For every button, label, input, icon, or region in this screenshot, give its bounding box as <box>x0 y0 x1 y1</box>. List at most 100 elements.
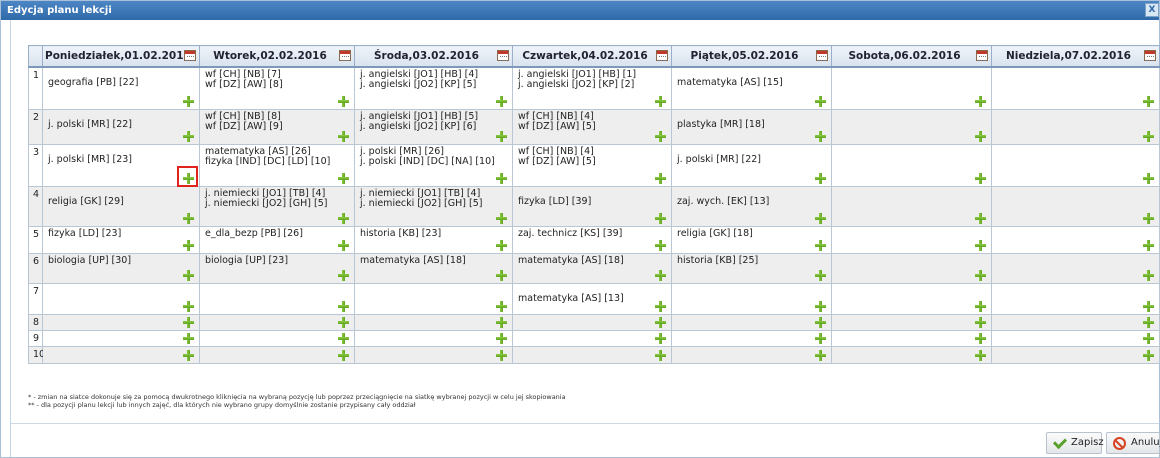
plus-icon[interactable] <box>1143 270 1154 281</box>
lesson-cell[interactable] <box>199 314 355 331</box>
plus-icon[interactable] <box>183 301 194 312</box>
lesson-cell[interactable] <box>354 314 513 331</box>
lesson-cell[interactable]: zaj. wych. [EK] [13] <box>671 186 832 227</box>
lesson-cell[interactable] <box>831 330 992 347</box>
plus-icon[interactable] <box>815 131 826 142</box>
plus-icon[interactable] <box>338 240 349 251</box>
lesson-cell[interactable] <box>671 314 832 331</box>
lesson-cell[interactable] <box>831 283 992 315</box>
lesson-cell[interactable]: wf [CH] [NB] [7] wf [DZ] [AW] [8] <box>199 66 355 110</box>
lesson-entry[interactable]: biologia [UP] [23] <box>205 256 336 266</box>
lesson-cell[interactable]: j. polski [MR] [22] <box>42 109 200 145</box>
lesson-cell[interactable]: wf [CH] [NB] [4] wf [DZ] [AW] [5] <box>512 144 672 187</box>
lesson-cell[interactable]: geografia [PB] [22] <box>42 66 200 110</box>
plus-icon[interactable] <box>655 131 666 142</box>
lesson-cell[interactable] <box>512 330 672 347</box>
lesson-entry[interactable]: matematyka [AS] [18] <box>360 256 494 266</box>
plus-icon[interactable] <box>496 317 507 328</box>
lesson-cell[interactable] <box>199 330 355 347</box>
plus-icon[interactable] <box>975 96 986 107</box>
plus-icon[interactable] <box>815 173 826 184</box>
cancel-button[interactable]: Anuluj <box>1106 432 1160 454</box>
lesson-cell[interactable] <box>831 226 992 254</box>
lesson-cell[interactable]: fizyka [LD] [39] <box>512 186 672 227</box>
plus-icon[interactable] <box>496 333 507 344</box>
plus-icon[interactable] <box>1143 240 1154 251</box>
plus-icon[interactable] <box>815 317 826 328</box>
lesson-cell[interactable] <box>354 346 513 364</box>
lesson-entry[interactable]: matematyka [AS] [15] <box>677 70 813 88</box>
lesson-entry[interactable]: j. angielski [JO2] [KP] [6] <box>360 122 494 132</box>
lesson-entry[interactable]: wf [DZ] [AW] [8] <box>205 79 336 90</box>
plus-icon[interactable] <box>1143 301 1154 312</box>
lesson-cell[interactable]: wf [CH] [NB] [8] wf [DZ] [AW] [9] <box>199 109 355 145</box>
lesson-cell[interactable] <box>831 253 992 284</box>
plus-icon[interactable] <box>496 131 507 142</box>
lesson-entry[interactable]: fizyka [IND] [DC] [LD] [10] <box>205 157 336 167</box>
lesson-cell[interactable]: wf [CH] [NB] [4] wf [DZ] [AW] [5] <box>512 109 672 145</box>
lesson-cell[interactable]: biologia [UP] [30] <box>42 253 200 284</box>
lesson-entry[interactable]: zaj. technicz [KS] [39] <box>518 229 653 239</box>
lesson-cell[interactable] <box>354 330 513 347</box>
lesson-entry[interactable]: j. angielski [JO1] [HB] [1] <box>518 69 653 80</box>
calendar-icon[interactable] <box>656 50 668 61</box>
lesson-cell[interactable] <box>831 109 992 145</box>
lesson-entry[interactable]: j. niemiecki [JO2] [GH] [5] <box>205 199 336 209</box>
plus-icon[interactable] <box>655 173 666 184</box>
lesson-cell[interactable]: religia [GK] [29] <box>42 186 200 227</box>
lesson-cell[interactable] <box>42 283 200 315</box>
plus-icon[interactable] <box>338 173 349 184</box>
lesson-entry[interactable]: j. niemiecki [JO2] [GH] [5] <box>360 199 494 209</box>
lesson-cell[interactable]: j. angielski [JO1] [HB] [5] j. angielski … <box>354 109 513 145</box>
lesson-entry[interactable]: wf [CH] [NB] [7] <box>205 69 336 80</box>
plus-icon[interactable] <box>975 270 986 281</box>
lesson-entry[interactable]: religia [GK] [29] <box>48 189 181 207</box>
lesson-cell[interactable] <box>991 346 1160 364</box>
plus-icon[interactable] <box>338 96 349 107</box>
lesson-entry[interactable]: j. polski [IND] [DC] [NA] [10] <box>360 157 495 167</box>
lesson-entry[interactable]: fizyka [LD] [39] <box>518 189 653 207</box>
plus-icon[interactable] <box>655 270 666 281</box>
plus-icon[interactable] <box>338 333 349 344</box>
lesson-cell[interactable]: plastyka [MR] [18] <box>671 109 832 145</box>
lesson-cell[interactable] <box>831 314 992 331</box>
plus-icon[interactable] <box>975 213 986 224</box>
plus-icon[interactable] <box>655 240 666 251</box>
lesson-cell[interactable] <box>991 253 1160 284</box>
lesson-entry[interactable]: j. polski [MR] [22] <box>677 147 813 165</box>
plus-icon[interactable] <box>1143 96 1154 107</box>
plus-icon[interactable] <box>496 350 507 361</box>
lesson-entry[interactable]: historia [KB] [23] <box>360 229 494 239</box>
calendar-icon[interactable] <box>497 50 509 61</box>
lesson-cell[interactable]: zaj. technicz [KS] [39] <box>512 226 672 254</box>
lesson-entry[interactable]: geografia [PB] [22] <box>48 70 181 88</box>
plus-icon[interactable] <box>496 173 507 184</box>
lesson-cell[interactable]: fizyka [LD] [23] <box>42 226 200 254</box>
lesson-cell[interactable] <box>991 330 1160 347</box>
plus-icon[interactable] <box>183 96 194 107</box>
lesson-cell[interactable] <box>42 346 200 364</box>
plus-icon[interactable] <box>975 350 986 361</box>
lesson-entry[interactable]: matematyka [AS] [13] <box>518 286 653 304</box>
plus-icon[interactable] <box>975 317 986 328</box>
lesson-cell[interactable]: j. polski [MR] [26] j. polski [IND] [DC] … <box>354 144 513 187</box>
lesson-cell[interactable]: j. polski [MR] [22] <box>671 144 832 187</box>
plus-icon[interactable] <box>655 333 666 344</box>
plus-icon[interactable] <box>183 350 194 361</box>
plus-icon[interactable] <box>1143 213 1154 224</box>
plus-icon[interactable] <box>1143 350 1154 361</box>
lesson-cell[interactable] <box>991 109 1160 145</box>
lesson-cell[interactable]: j. niemiecki [JO1] [TB] [4] j. niemiecki … <box>199 186 355 227</box>
calendar-icon[interactable] <box>339 50 351 61</box>
lesson-entry[interactable]: religia [GK] [18] <box>677 229 813 239</box>
lesson-entry[interactable]: j. polski [MR] [23] <box>48 147 181 165</box>
plus-icon[interactable] <box>1143 317 1154 328</box>
lesson-cell[interactable]: e_dla_bezp [PB] [26] <box>199 226 355 254</box>
plus-icon[interactable] <box>815 213 826 224</box>
lesson-entry[interactable]: j. angielski [JO1] [HB] [4] <box>360 69 494 80</box>
plus-icon[interactable] <box>338 350 349 361</box>
plus-icon[interactable] <box>815 96 826 107</box>
plus-icon[interactable] <box>338 213 349 224</box>
lesson-entry[interactable]: fizyka [LD] [23] <box>48 229 181 239</box>
plus-icon[interactable] <box>496 213 507 224</box>
